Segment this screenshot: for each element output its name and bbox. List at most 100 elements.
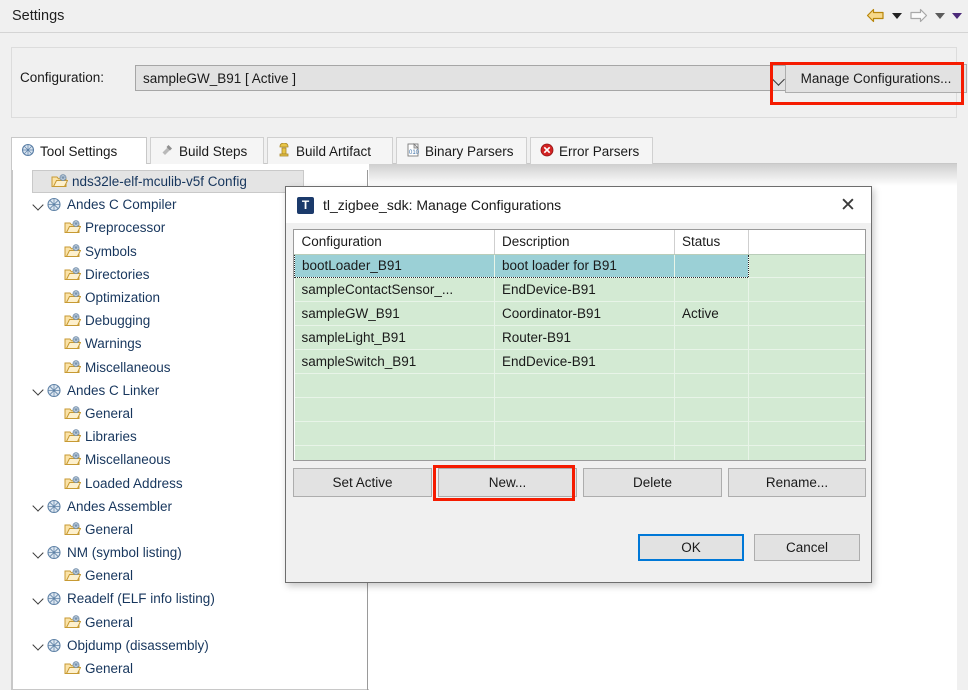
configurations-table-container[interactable]: Configuration Description Status bootLoa…	[293, 229, 866, 461]
cell-status	[674, 325, 749, 351]
tab-error-parsers[interactable]: Error Parsers	[530, 137, 653, 164]
chevron-down-icon[interactable]	[32, 638, 46, 652]
forward-dropdown-chevron-down-icon[interactable]	[935, 12, 945, 19]
folder-icon	[64, 452, 82, 467]
cell-extra	[748, 349, 865, 374]
table-row[interactable]: sampleLight_B91 Router-B91	[294, 325, 865, 351]
table-row[interactable]: bootLoader_B91 boot loader for B91	[294, 253, 865, 279]
chevron-down-icon[interactable]	[32, 383, 46, 397]
back-arrow-icon[interactable]	[866, 8, 885, 23]
cell-description	[494, 445, 675, 460]
column-header-status[interactable]: Status	[674, 230, 749, 255]
new-button[interactable]: New...	[438, 468, 577, 497]
settings-window: Settings Configuration: sampleGW_B91 [ A…	[0, 0, 968, 690]
cell-extra	[748, 277, 865, 303]
chevron-down-icon[interactable]	[32, 499, 46, 513]
folder-icon	[64, 568, 82, 583]
cell-configuration	[294, 373, 495, 398]
column-header-extra[interactable]	[748, 230, 865, 255]
manage-configurations-button[interactable]: Manage Configurations...	[785, 64, 967, 93]
cell-description	[494, 397, 675, 422]
tree-item-label: Symbols	[85, 243, 137, 259]
tab-binary-parsers[interactable]: 010 Binary Parsers	[396, 137, 527, 164]
cell-extra	[748, 373, 865, 398]
cell-description: EndDevice-B91	[494, 349, 675, 374]
dialog-action-buttons: Set Active New... Delete Rename...	[293, 468, 866, 497]
tool-settings-icon	[21, 143, 35, 160]
tree-item-objdump-disassembly[interactable]: Objdump (disassembly)	[13, 634, 357, 657]
dialog-title: tl_zigbee_sdk: Manage Configurations	[323, 197, 562, 213]
tree-item-label: General	[85, 405, 134, 421]
tree-item-label: General	[85, 568, 134, 584]
chevron-down-icon[interactable]	[32, 546, 46, 560]
table-row[interactable]	[294, 445, 865, 460]
close-icon[interactable]: ✕	[835, 193, 861, 217]
cell-configuration: sampleGW_B91	[294, 301, 495, 327]
tabbar: Tool Settings Build Steps Build Artifact	[11, 137, 957, 164]
window-titlebar: Settings	[0, 0, 968, 33]
table-row[interactable]: sampleSwitch_B91 EndDevice-B91	[294, 349, 865, 374]
folder-icon	[64, 313, 82, 328]
table-row[interactable]	[294, 373, 865, 398]
cell-extra	[748, 421, 865, 446]
cell-configuration: bootLoader_B91	[294, 253, 495, 279]
delete-button[interactable]: Delete	[583, 468, 722, 497]
ok-button[interactable]: OK	[638, 534, 744, 561]
dialog-footer-buttons: OK Cancel	[638, 534, 860, 561]
tool-icon	[46, 591, 63, 606]
tool-icon	[46, 499, 63, 514]
folder-icon	[64, 661, 82, 676]
tab-build-steps[interactable]: Build Steps	[150, 137, 264, 164]
tree-item-general[interactable]: General	[13, 657, 357, 680]
table-row[interactable]: sampleGW_B91 Coordinator-B91 Active	[294, 301, 865, 327]
cancel-button[interactable]: Cancel	[754, 534, 860, 561]
cell-configuration: sampleLight_B91	[294, 325, 495, 351]
tree-item-label: Miscellaneous	[85, 452, 171, 468]
chevron-down-icon[interactable]	[32, 198, 46, 212]
dialog-titlebar: T tl_zigbee_sdk: Manage Configurations ✕	[286, 187, 871, 223]
table-row[interactable]	[294, 421, 865, 446]
cell-status	[674, 421, 749, 446]
cell-status	[674, 445, 749, 460]
tool-icon	[46, 545, 63, 560]
table-row[interactable]	[294, 397, 865, 422]
cell-configuration: sampleSwitch_B91	[294, 349, 495, 374]
back-dropdown-chevron-down-icon[interactable]	[892, 12, 902, 19]
chevron-down-icon[interactable]	[32, 592, 46, 606]
table-row[interactable]: sampleContactSensor_... EndDevice-B91	[294, 277, 865, 303]
tree-item-nds32le-elf-mculib-v5f-config[interactable]: nds32le-elf-mculib-v5f Config	[32, 170, 304, 194]
page-title: Settings	[12, 8, 65, 24]
tab-build-artifact[interactable]: Build Artifact	[267, 137, 393, 164]
svg-text:010: 010	[409, 150, 420, 156]
cell-extra	[748, 254, 865, 279]
tree-item-general[interactable]: General	[13, 611, 357, 634]
set-active-button[interactable]: Set Active	[293, 468, 432, 497]
tab-tool-settings[interactable]: Tool Settings	[11, 137, 147, 164]
column-header-configuration[interactable]: Configuration	[294, 230, 495, 255]
tree-item-label: Warnings	[85, 336, 142, 352]
column-header-description[interactable]: Description	[494, 230, 675, 255]
cell-status: Active	[674, 301, 749, 327]
more-dropdown-chevron-down-icon[interactable]	[952, 12, 962, 19]
rename-button[interactable]: Rename...	[728, 468, 866, 497]
cell-extra	[748, 301, 865, 327]
tree-item-readelf-elf-info-listing[interactable]: Readelf (ELF info listing)	[13, 587, 357, 610]
tab-label: Tool Settings	[40, 143, 118, 159]
manage-configurations-dialog: T tl_zigbee_sdk: Manage Configurations ✕…	[285, 186, 872, 583]
tab-label: Build Artifact	[296, 143, 372, 159]
cell-status	[674, 397, 749, 422]
cell-status	[674, 373, 749, 398]
folder-icon	[64, 336, 82, 351]
tree-item-label: General	[85, 661, 134, 677]
configuration-selected-value: sampleGW_B91 [ Active ]	[143, 70, 297, 86]
tree-item-label: Debugging	[85, 313, 151, 329]
configuration-combobox[interactable]: sampleGW_B91 [ Active ]	[135, 65, 793, 91]
tree-item-label: General	[85, 614, 134, 630]
cell-description: boot loader for B91	[494, 253, 675, 279]
